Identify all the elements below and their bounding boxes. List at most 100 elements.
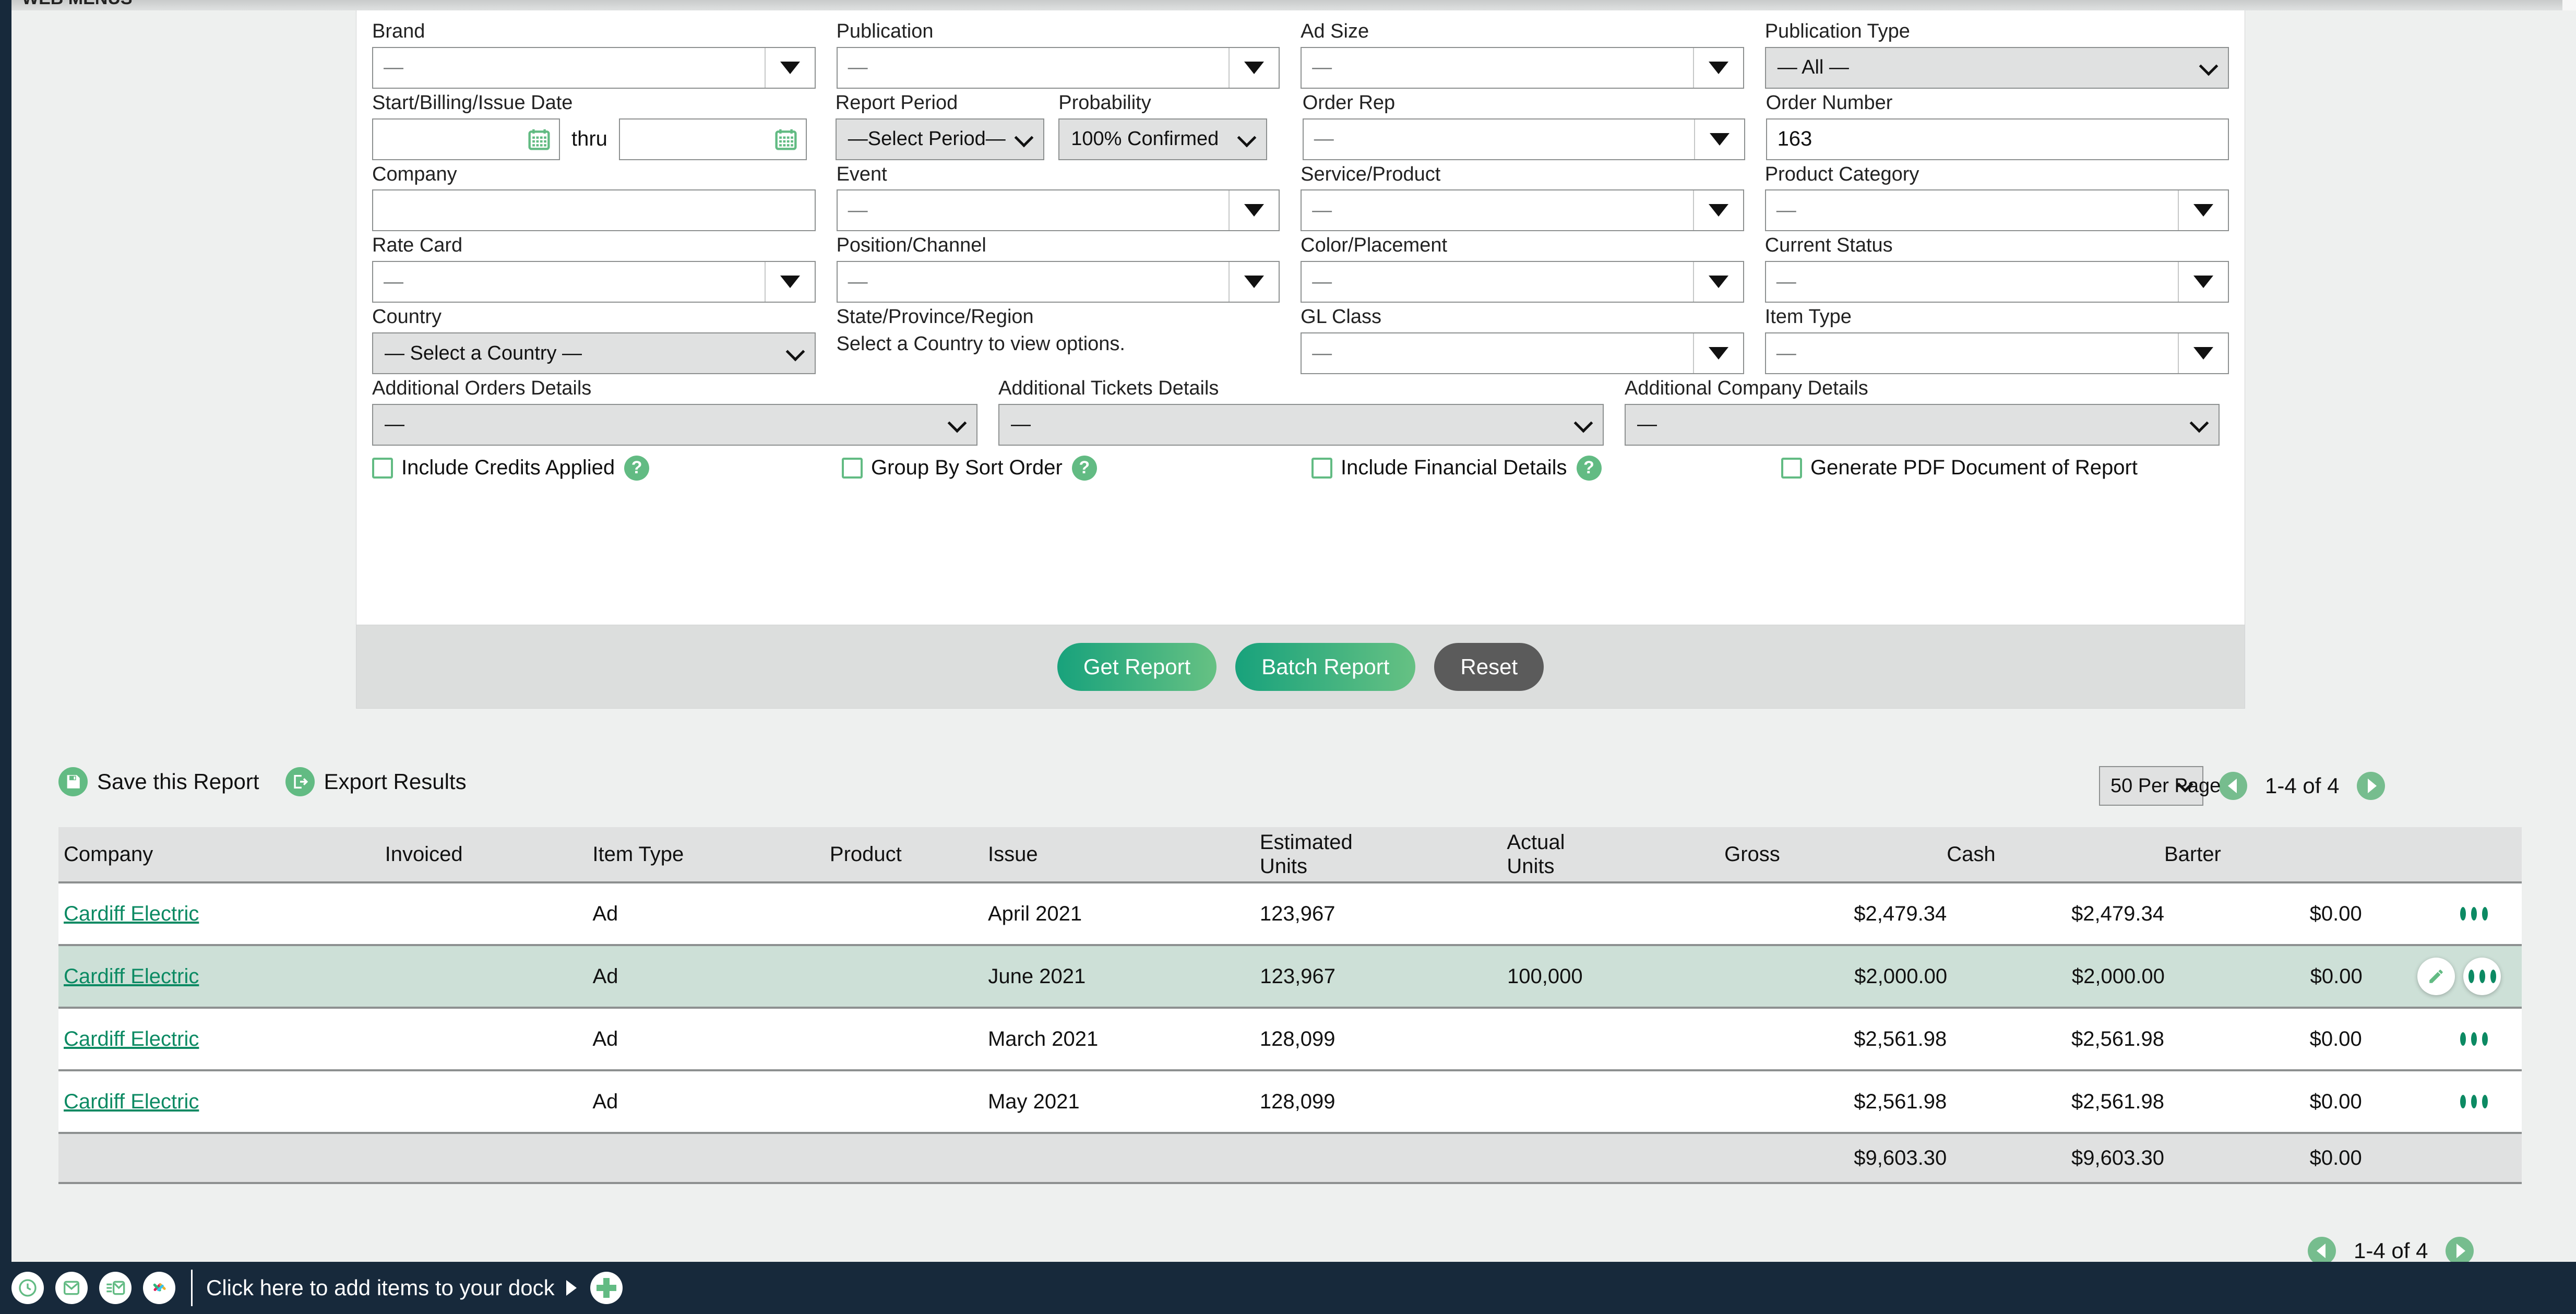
cell-gross: $2,561.98	[1854, 1090, 1947, 1113]
chevron-down-icon[interactable]	[1229, 190, 1279, 231]
color-placement-combo[interactable]: —	[1301, 261, 1744, 303]
previous-page-button[interactable]	[2308, 1237, 2336, 1265]
export-results-action[interactable]: Export Results	[285, 767, 467, 796]
additional-company-select[interactable]: —	[1625, 403, 2220, 446]
calendar-icon[interactable]	[528, 128, 551, 151]
next-page-button[interactable]	[2446, 1237, 2474, 1265]
company-link[interactable]: Cardiff Electric	[64, 1090, 199, 1113]
checkbox-generate-pdf[interactable]: Generate PDF Document of Report	[1781, 456, 2138, 481]
chevron-down-icon[interactable]	[1692, 333, 1743, 374]
checkbox-group-by-sort-order[interactable]: Group By Sort Order ?	[842, 455, 1311, 481]
previous-page-button[interactable]	[2219, 772, 2247, 800]
probability-select[interactable]: 100% Confirmed	[1058, 118, 1268, 160]
order-number-label: Order Number	[1766, 91, 1893, 114]
document-envelope-icon[interactable]	[99, 1272, 132, 1304]
checkbox-box[interactable]	[1781, 457, 1802, 479]
chevron-down-icon[interactable]	[1692, 47, 1743, 88]
date-to-input[interactable]	[618, 118, 807, 160]
table-row[interactable]: Cardiff Electric Ad May 2021 128,099 $2,…	[58, 1071, 2522, 1134]
country-select[interactable]: — Select a Country —	[372, 332, 816, 375]
column-header-issue[interactable]: Issue	[988, 842, 1260, 866]
publication-combo[interactable]: —	[836, 46, 1280, 89]
company-input[interactable]	[372, 189, 816, 232]
calendar-icon[interactable]	[774, 128, 797, 151]
left-side-rail	[0, 0, 11, 1289]
order-number-input[interactable]: 163	[1766, 118, 2229, 160]
company-link[interactable]: Cardiff Electric	[64, 1028, 199, 1050]
dock-divider	[191, 1270, 193, 1306]
get-report-button[interactable]: Get Report	[1057, 642, 1217, 691]
checkbox-box[interactable]	[842, 457, 863, 479]
company-link[interactable]: Cardiff Electric	[64, 902, 199, 925]
edit-icon[interactable]	[2417, 958, 2455, 995]
event-value: —	[848, 199, 868, 221]
reset-button[interactable]: Reset	[1434, 642, 1544, 691]
chevron-down-icon[interactable]	[2178, 333, 2228, 374]
ad-size-combo[interactable]: —	[1301, 46, 1744, 89]
save-this-report-action[interactable]: Save this Report	[58, 767, 259, 796]
checkbox-include-credits-applied[interactable]: Include Credits Applied ?	[372, 455, 842, 481]
chevron-down-icon[interactable]	[1692, 190, 1743, 231]
item-type-combo[interactable]: —	[1764, 332, 2229, 375]
date-from-input[interactable]	[372, 118, 560, 160]
column-header-company[interactable]: Company	[58, 842, 385, 866]
chevron-down-icon[interactable]	[2178, 190, 2228, 231]
column-header-product[interactable]: Product	[830, 842, 988, 866]
chevron-down-icon	[1573, 413, 1593, 433]
cell-cash: $2,479.34	[2071, 902, 2164, 925]
column-header-actual-units[interactable]: Actual Units	[1507, 830, 1724, 878]
batch-report-button[interactable]: Batch Report	[1235, 642, 1416, 691]
order-rep-combo[interactable]: —	[1302, 118, 1745, 160]
chevron-down-icon[interactable]	[764, 47, 815, 88]
column-header-invoiced[interactable]: Invoiced	[385, 842, 593, 866]
company-link[interactable]: Cardiff Electric	[64, 965, 199, 988]
column-header-estimated-units[interactable]: Estimated Units	[1260, 830, 1507, 878]
report-period-select[interactable]: —Select Period—	[835, 118, 1044, 160]
checkbox-box[interactable]	[1311, 457, 1332, 479]
help-icon[interactable]: ?	[1576, 455, 1602, 481]
product-category-combo[interactable]: —	[1764, 189, 2229, 232]
current-status-combo[interactable]: —	[1764, 261, 2229, 303]
column-header-barter[interactable]: Barter	[2164, 842, 2362, 866]
chevron-down-icon[interactable]	[1229, 47, 1279, 88]
rate-card-combo[interactable]: —	[372, 261, 816, 303]
checkbox-include-financial-details[interactable]: Include Financial Details ?	[1311, 455, 1781, 481]
row-menu-icon[interactable]	[2458, 907, 2490, 921]
row-menu-icon[interactable]	[2463, 958, 2501, 995]
add-to-dock-button[interactable]	[590, 1272, 623, 1304]
table-row[interactable]: Cardiff Electric Ad June 2021 123,967 10…	[58, 946, 2522, 1009]
help-icon[interactable]: ?	[1071, 455, 1097, 481]
help-icon[interactable]: ?	[624, 455, 650, 481]
color-placement-label: Color/Placement	[1301, 234, 1448, 257]
column-header-gross[interactable]: Gross	[1724, 842, 1947, 866]
slack-icon[interactable]	[143, 1272, 175, 1304]
table-row[interactable]: Cardiff Electric Ad March 2021 128,099 $…	[58, 1009, 2522, 1071]
filter-field-date-range: Start/Billing/Issue Date thru	[372, 91, 836, 160]
position-channel-combo[interactable]: —	[836, 261, 1280, 303]
envelope-icon[interactable]	[55, 1272, 88, 1304]
column-header-item-type[interactable]: Item Type	[592, 842, 830, 866]
service-product-combo[interactable]: —	[1301, 189, 1744, 232]
next-page-button[interactable]	[2357, 772, 2386, 800]
brand-combo[interactable]: —	[372, 46, 816, 89]
table-row[interactable]: Cardiff Electric Ad April 2021 123,967 $…	[58, 883, 2522, 946]
column-header-cash[interactable]: Cash	[1947, 842, 2164, 866]
chevron-down-icon[interactable]	[1692, 262, 1743, 302]
additional-orders-select[interactable]: —	[372, 403, 977, 446]
chevron-down-icon[interactable]	[1229, 262, 1279, 302]
publication-type-select[interactable]: — All —	[1764, 46, 2229, 89]
additional-tickets-select[interactable]: —	[998, 403, 1604, 446]
chevron-down-icon[interactable]	[1694, 119, 1744, 159]
row-menu-icon[interactable]	[2458, 1032, 2490, 1046]
chevron-down-icon[interactable]	[764, 262, 815, 302]
chevron-down-icon[interactable]	[2178, 262, 2228, 302]
checkbox-box[interactable]	[372, 457, 393, 479]
report-period-value: —Select Period—	[848, 128, 1006, 150]
row-menu-icon[interactable]	[2458, 1095, 2490, 1108]
ad-size-label: Ad Size	[1301, 20, 1369, 42]
per-page-select[interactable]: 50 Per Page	[2099, 766, 2221, 806]
event-combo[interactable]: —	[836, 189, 1280, 232]
chevron-down-icon	[2189, 413, 2209, 433]
clock-icon[interactable]	[11, 1272, 44, 1304]
gl-class-combo[interactable]: —	[1301, 332, 1744, 375]
